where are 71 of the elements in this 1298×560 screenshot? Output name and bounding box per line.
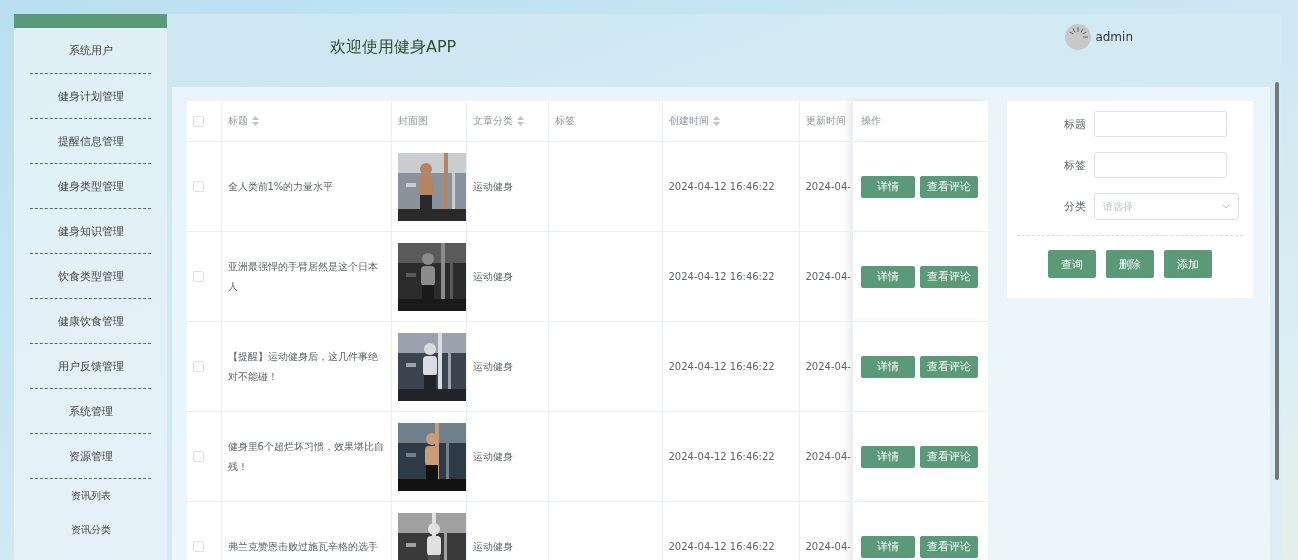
- table-cell-text: 全人类前1%的力量水平: [227, 179, 335, 194]
- sidebar-item[interactable]: 健身知识管理: [30, 209, 151, 254]
- sidebar-item[interactable]: 系统用户: [30, 28, 151, 74]
- sort-icon[interactable]: [251, 116, 259, 126]
- table-cell-text: 亚洲最强悍的手臂居然是这个日本人: [227, 259, 379, 294]
- column-header: 操作: [860, 114, 881, 128]
- form-button[interactable]: 删除: [1106, 250, 1154, 278]
- app-title: 欢迎使用健身APP: [330, 37, 457, 58]
- column-header: 封面图: [397, 114, 428, 128]
- sidebar-item[interactable]: 用户反馈管理: [30, 344, 151, 389]
- comments-button[interactable]: 查看评论: [919, 265, 978, 288]
- select-all-checkbox[interactable]: [193, 115, 204, 127]
- sidebar-subitem[interactable]: 资讯分类: [30, 513, 151, 547]
- details-button[interactable]: 详情: [860, 445, 915, 468]
- table-cell: 2024-04-: [805, 271, 851, 282]
- column-header: 标签: [554, 114, 575, 128]
- input-field[interactable]: [1094, 152, 1227, 178]
- column-header: 文章分类: [472, 114, 513, 128]
- table-cell: 2024-04-12 16:46:22: [668, 271, 775, 282]
- column-header: 创建时间: [668, 114, 709, 128]
- sidebar-item[interactable]: 资源管理: [30, 434, 151, 479]
- details-button[interactable]: 详情: [860, 175, 915, 198]
- caret-icon: [1222, 204, 1230, 209]
- row-checkbox[interactable]: [193, 361, 204, 372]
- form-button[interactable]: 查询: [1048, 250, 1096, 278]
- input-field[interactable]: [1094, 111, 1227, 137]
- row-checkbox[interactable]: [193, 541, 204, 552]
- sidebar-subitem[interactable]: 资讯列表: [30, 479, 151, 513]
- table-cell: 2024-04-: [805, 181, 851, 192]
- table-cell: 2024-04-: [805, 541, 851, 552]
- sidebar-item[interactable]: 饮食类型管理: [30, 254, 151, 299]
- sidebar-item[interactable]: 提醒信息管理: [30, 119, 151, 164]
- field-label: 分类: [1064, 199, 1086, 214]
- table-cell: 运动健身: [472, 360, 513, 372]
- table-cell: 2024-04-12 16:46:22: [668, 361, 775, 372]
- table-cell: 2024-04-: [805, 361, 851, 372]
- comments-button[interactable]: 查看评论: [919, 445, 978, 468]
- table-cell: 运动健身: [472, 180, 513, 192]
- field-label: 标题: [1064, 116, 1086, 132]
- sort-icon[interactable]: [516, 116, 524, 126]
- table-cell: 2024-04-: [805, 451, 851, 462]
- column-header: 标题: [227, 114, 248, 128]
- table-cell-text: 弗兰克赞恩击败过施瓦辛格的选手: [227, 539, 379, 554]
- column-header: 更新时间: [805, 114, 846, 128]
- table-cell: 2024-04-12 16:46:22: [668, 451, 775, 462]
- table-cell: 运动健身: [472, 540, 513, 552]
- sidebar-item[interactable]: 系统管理: [30, 389, 151, 434]
- table-cell-text: 健身里6个超烂坏习惯，效果堪比自残！: [227, 439, 385, 474]
- field-label: 标签: [1064, 157, 1086, 173]
- details-button[interactable]: 详情: [860, 355, 915, 378]
- sort-icon[interactable]: [712, 116, 720, 126]
- sidebar-item[interactable]: 健身类型管理: [30, 164, 151, 209]
- avatar-icon[interactable]: [1065, 24, 1092, 50]
- scrollbar[interactable]: [1275, 82, 1279, 480]
- username[interactable]: admin: [1095, 30, 1133, 44]
- table-cell-text: 【提醒】运动健身后，这几件事绝对不能碰！: [227, 349, 379, 384]
- sidebar-item[interactable]: 健康饮食管理: [30, 299, 151, 344]
- comments-button[interactable]: 查看评论: [919, 535, 978, 558]
- table-cell: 运动健身: [472, 450, 513, 462]
- sidebar-item[interactable]: 健身计划管理: [30, 74, 151, 119]
- row-checkbox[interactable]: [193, 271, 204, 282]
- comments-button[interactable]: 查看评论: [919, 175, 978, 198]
- comments-button[interactable]: 查看评论: [919, 355, 978, 378]
- table-cell: 2024-04-12 16:46:22: [668, 181, 775, 192]
- table-cell: 运动健身: [472, 270, 513, 282]
- details-button[interactable]: 详情: [860, 535, 915, 558]
- table-cell: 2024-04-12 16:46:22: [668, 541, 775, 552]
- form-button[interactable]: 添加: [1164, 250, 1212, 278]
- row-checkbox[interactable]: [193, 181, 204, 192]
- details-button[interactable]: 详情: [860, 265, 915, 288]
- row-checkbox[interactable]: [193, 451, 204, 462]
